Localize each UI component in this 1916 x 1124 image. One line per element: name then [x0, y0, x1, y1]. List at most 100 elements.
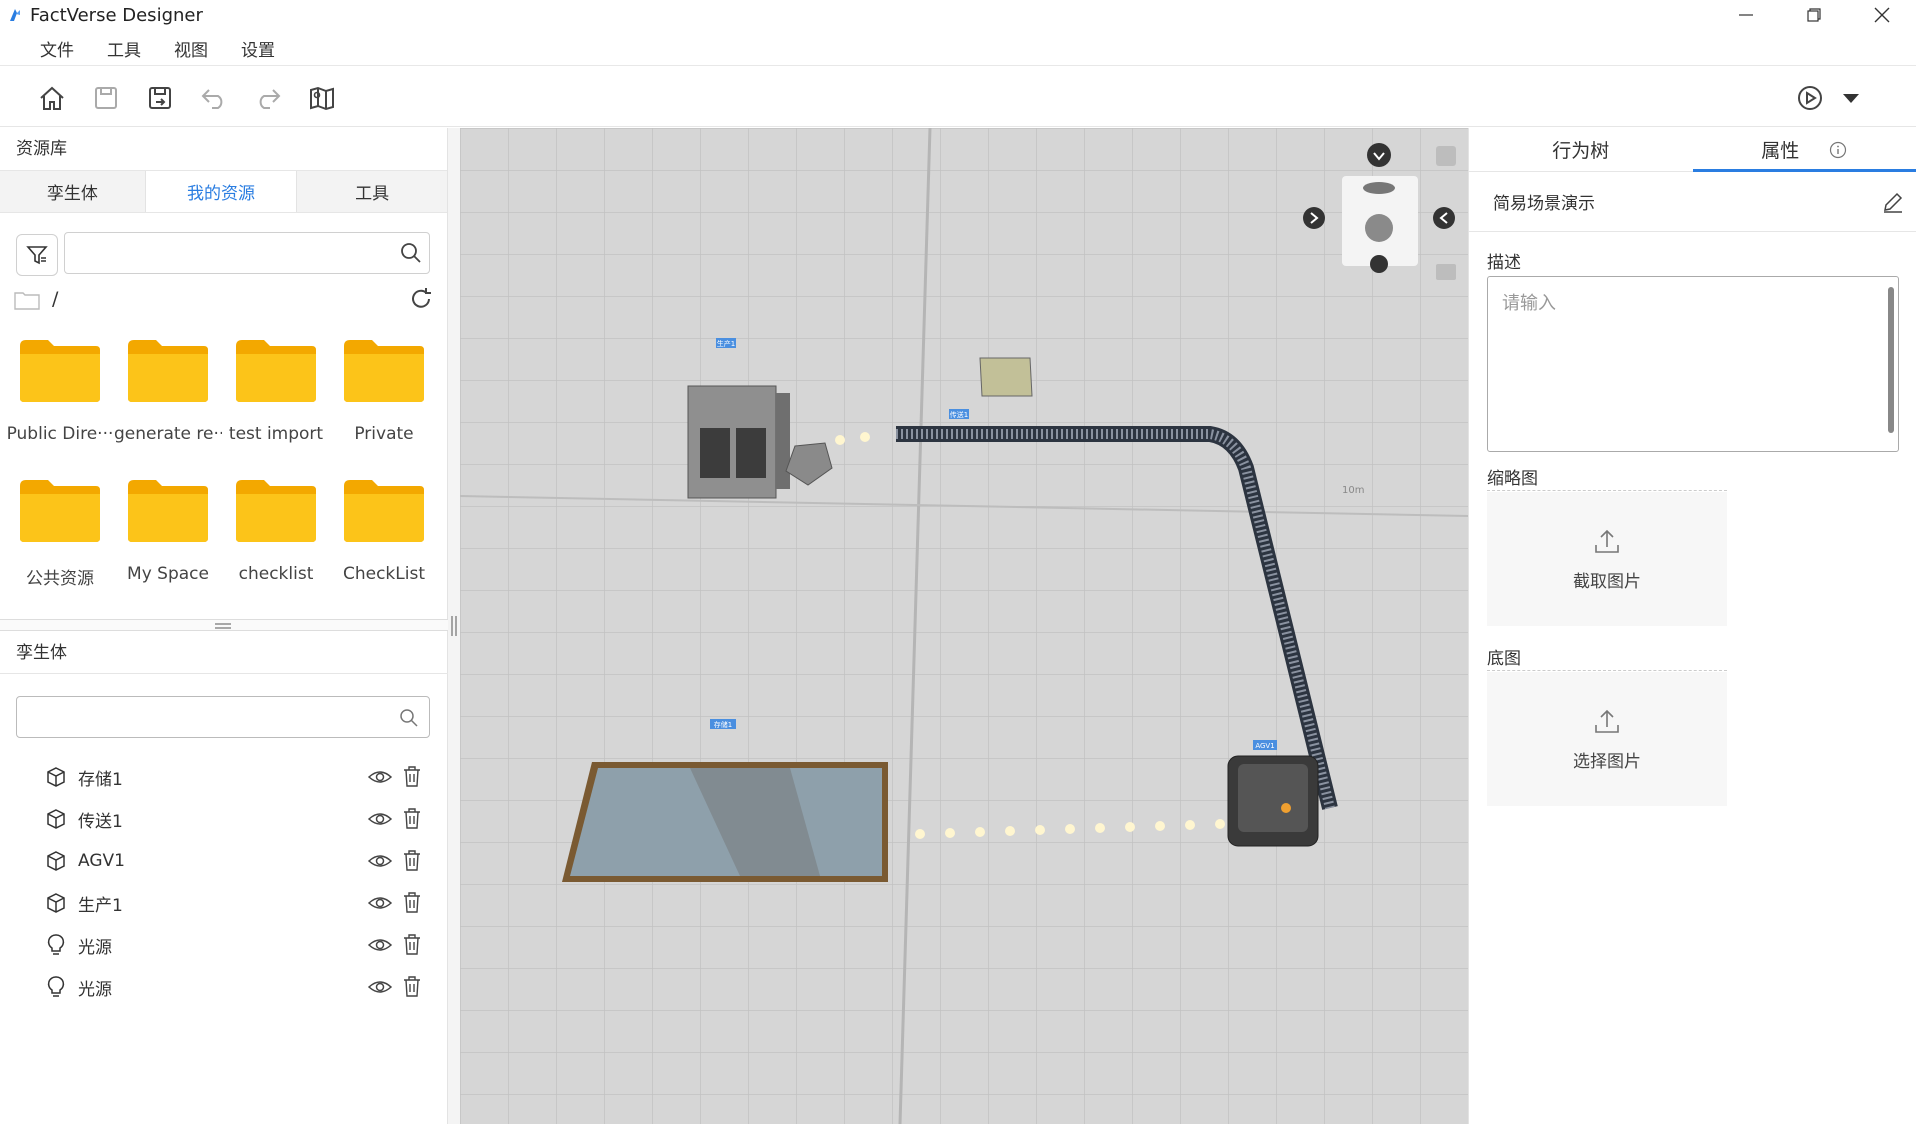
tab-my-resources[interactable]: 我的资源 — [145, 171, 298, 212]
agv-vehicle[interactable] — [1227, 755, 1319, 847]
trash-icon[interactable] — [402, 933, 422, 955]
tab-tools[interactable]: 工具 — [297, 171, 447, 212]
close-window-button[interactable] — [1848, 0, 1916, 30]
trash-icon[interactable] — [402, 891, 422, 913]
home-button[interactable] — [35, 81, 69, 115]
caret-down-icon — [1843, 94, 1859, 103]
viewport-splitter[interactable] — [448, 128, 460, 1124]
folder-icon — [20, 480, 100, 542]
description-textarea[interactable]: 请输入 — [1487, 276, 1899, 452]
menu-file[interactable]: 文件 — [40, 36, 74, 61]
eye-icon[interactable] — [368, 849, 392, 873]
folder-item[interactable]: Public Dire··· — [6, 338, 114, 444]
twin-item[interactable]: AGV1 — [46, 846, 436, 876]
twin-item[interactable]: 存储1 — [46, 762, 436, 792]
cube-icon — [47, 851, 65, 871]
library-search-input[interactable] — [64, 232, 430, 274]
folder-icon — [344, 480, 424, 542]
tab-properties-label: 属性 — [1761, 140, 1800, 162]
twin-item[interactable]: 传送1 — [46, 804, 436, 834]
save-as-button[interactable] — [143, 81, 177, 115]
path-bar: / — [14, 286, 434, 316]
home-icon — [40, 86, 64, 110]
folder-item[interactable]: generate re··· — [114, 338, 222, 444]
twin-item[interactable]: 生产1 — [46, 888, 436, 918]
folder-label: CheckList — [342, 564, 425, 584]
eye-icon[interactable] — [368, 933, 392, 957]
scene-viewport[interactable]: 生产1 传送1 存储1 AGV1 10m — [460, 128, 1468, 1124]
description-label: 描述 — [1487, 253, 1521, 273]
twin-label: AGV1 — [78, 851, 125, 871]
bulb-icon — [47, 976, 65, 997]
minimize-icon — [1739, 14, 1753, 16]
left-panel: 资源库 孪生体 我的资源 工具 / Public Dire··· generat… — [0, 128, 448, 1124]
menu-tools[interactable]: 工具 — [107, 36, 141, 61]
scene-label: 生产1 — [717, 339, 735, 348]
redo-icon — [259, 89, 281, 109]
folder-item[interactable]: test import — [222, 338, 330, 444]
right-tabs: 行为树 属性 — [1469, 128, 1916, 172]
restore-button[interactable] — [1780, 0, 1848, 30]
tab-twins[interactable]: 孪生体 — [0, 171, 146, 212]
divider — [1487, 670, 1727, 671]
scene-name: 简易场景演示 — [1493, 194, 1595, 214]
refresh-icon[interactable] — [408, 286, 434, 312]
folder-item[interactable]: 公共资源 — [6, 478, 114, 589]
scene-name-row: 简易场景演示 — [1469, 172, 1916, 232]
folder-icon — [344, 340, 424, 402]
twin-label: 传送1 — [78, 811, 123, 832]
folder-item[interactable]: Private — [330, 338, 438, 444]
folder-item[interactable]: checklist — [222, 478, 330, 584]
twin-label: 生产1 — [78, 895, 123, 916]
play-options-dropdown[interactable] — [1834, 81, 1868, 115]
redo-button[interactable] — [251, 81, 285, 115]
scene-canvas[interactable]: 生产1 传送1 存储1 AGV1 10m — [460, 128, 1468, 1124]
play-button[interactable] — [1793, 81, 1827, 115]
info-icon[interactable] — [1829, 141, 1847, 159]
select-image-button[interactable]: 选择图片 — [1487, 672, 1727, 806]
twin-item[interactable]: 光源 — [46, 930, 436, 960]
panel-split-handle[interactable] — [0, 619, 448, 631]
twin-item[interactable]: 光源 — [46, 972, 436, 1002]
save-button[interactable] — [89, 81, 123, 115]
eye-icon[interactable] — [368, 765, 392, 789]
undo-button[interactable] — [197, 81, 231, 115]
menu-view[interactable]: 视图 — [174, 36, 208, 61]
search-icon[interactable] — [399, 708, 419, 728]
eye-icon[interactable] — [368, 891, 392, 915]
grid-toggle-icon — [1436, 264, 1456, 280]
tab-properties[interactable]: 属性 — [1693, 128, 1916, 171]
eye-icon[interactable] — [368, 807, 392, 831]
twin-label: 光源 — [78, 979, 112, 1000]
trash-icon[interactable] — [402, 765, 422, 787]
tab-behavior-tree[interactable]: 行为树 — [1469, 128, 1693, 171]
trash-icon[interactable] — [402, 849, 422, 871]
bulb-icon — [47, 934, 65, 955]
resource-library-header: 资源库 — [16, 139, 67, 159]
menu-settings[interactable]: 设置 — [241, 36, 275, 61]
cube-icon — [47, 767, 65, 787]
select-image-label: 选择图片 — [1573, 751, 1641, 772]
eye-icon[interactable] — [368, 975, 392, 999]
edit-icon[interactable] — [1882, 191, 1904, 213]
scrollbar[interactable] — [1888, 287, 1894, 433]
box-item — [979, 357, 1033, 397]
twin-search-input[interactable] — [16, 696, 430, 738]
folder-item[interactable]: CheckList — [330, 478, 438, 584]
chevron-up-icon — [1370, 255, 1388, 273]
upload-icon — [1595, 529, 1619, 553]
capture-image-button[interactable]: 截取图片 — [1487, 492, 1727, 626]
description-placeholder: 请输入 — [1502, 293, 1556, 314]
trash-icon[interactable] — [402, 807, 422, 829]
search-icon[interactable] — [399, 241, 423, 265]
title-bar: FactVerse Designer — [0, 0, 1916, 30]
filter-button[interactable] — [16, 234, 58, 276]
storage-area[interactable] — [562, 762, 888, 882]
map-button[interactable] — [305, 81, 339, 115]
minimize-button[interactable] — [1712, 0, 1780, 30]
folder-item[interactable]: My Space — [114, 478, 222, 584]
production-machine[interactable] — [687, 385, 790, 499]
trash-icon[interactable] — [402, 975, 422, 997]
folder-icon — [20, 340, 100, 402]
play-icon — [1798, 86, 1822, 110]
